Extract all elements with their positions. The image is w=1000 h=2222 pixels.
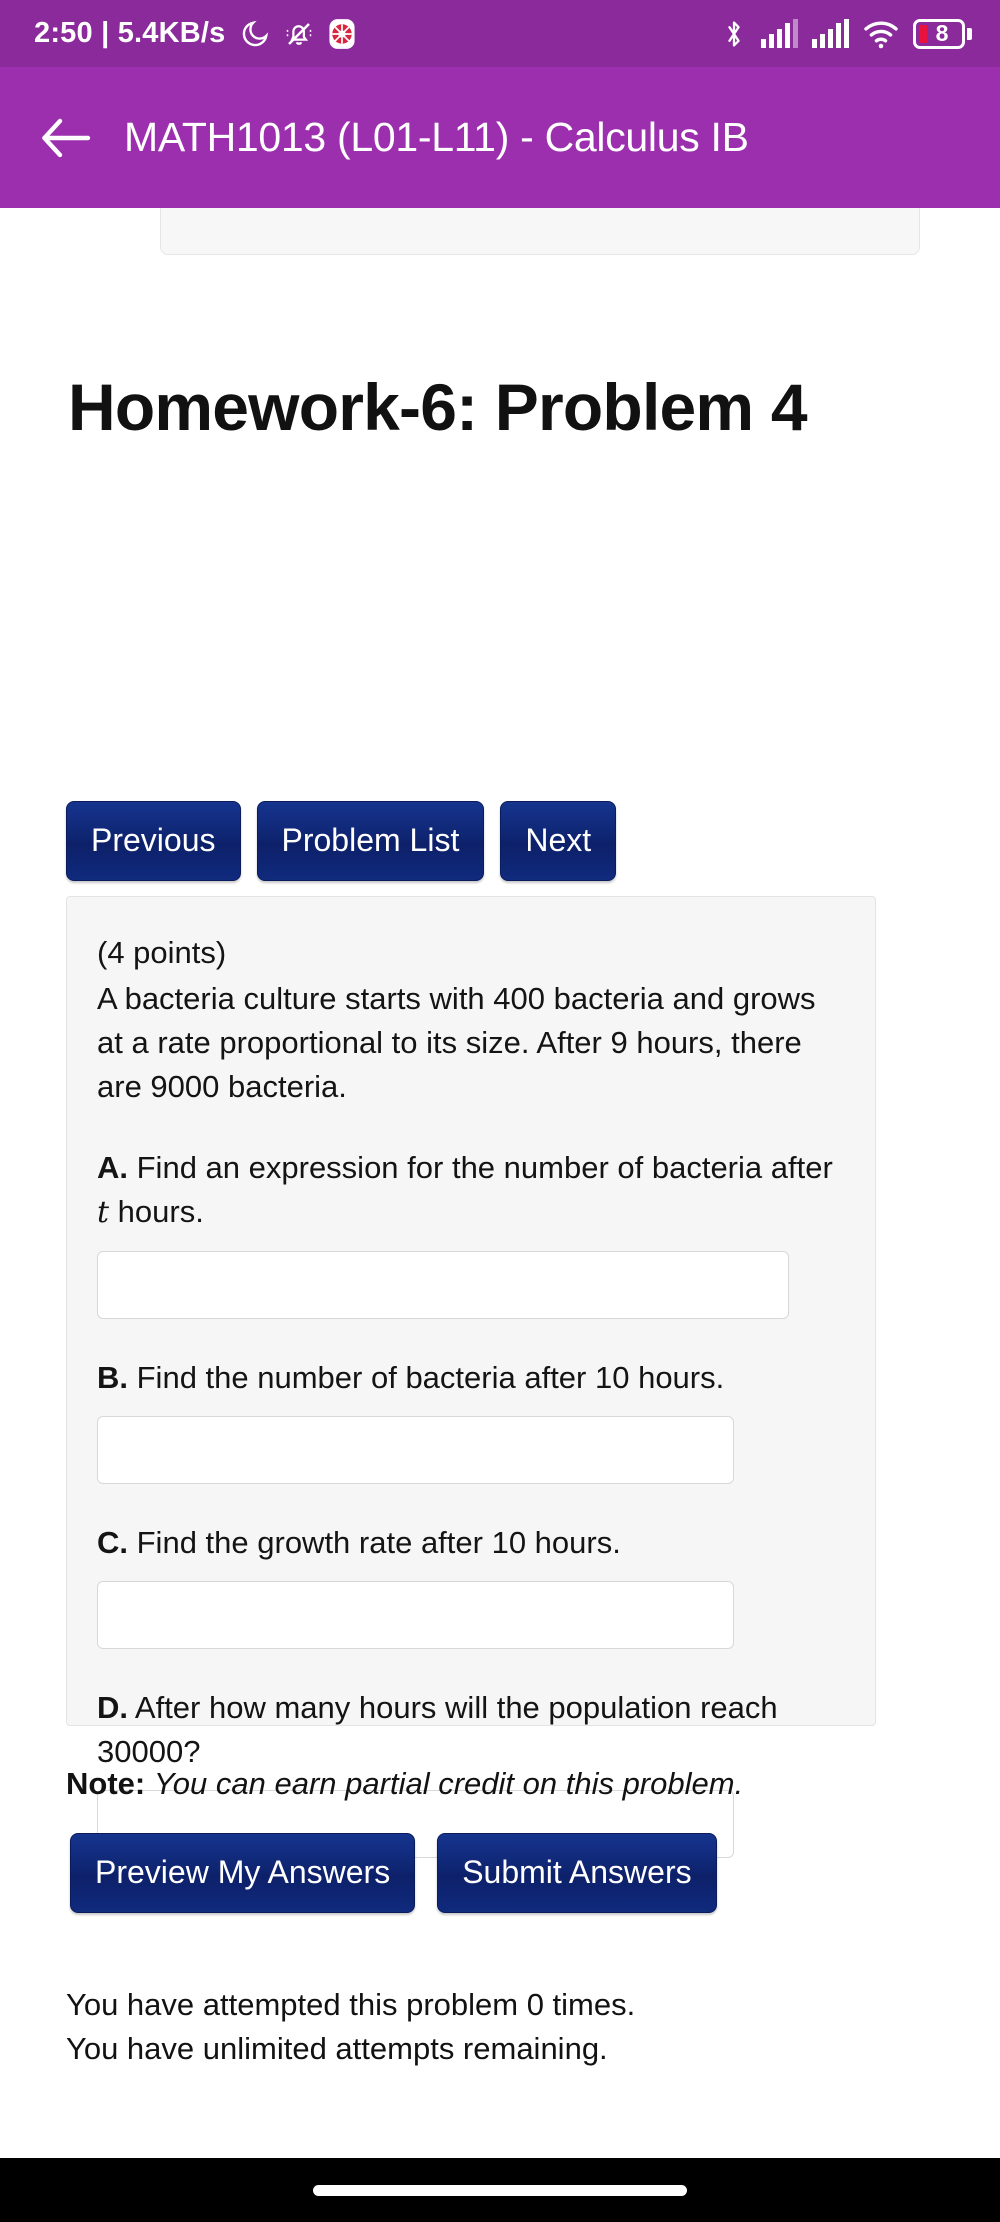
status-bar: 2:50 | 5.4KB/s 8: [0, 0, 1000, 67]
problem-part-b-label: B. Find the number of bacteria after 10 …: [97, 1356, 845, 1400]
arrow-left-icon: [42, 118, 91, 157]
phone-screen: 2:50 | 5.4KB/s 8 MATH1013 (L01-L11) - Ca…: [0, 0, 1000, 2222]
part-c-text: Find the growth rate after 10 hours.: [136, 1524, 621, 1560]
submit-row: Preview My Answers Submit Answers: [70, 1833, 717, 1913]
answer-input-c[interactable]: [97, 1580, 734, 1649]
part-a-math-variable: t: [97, 1195, 110, 1231]
attempts-remaining-text: You have unlimited attempts remaining.: [66, 2031, 608, 2067]
bluetooth-icon: [728, 20, 740, 47]
signal-sim1-icon: [761, 18, 798, 48]
gesture-navigation-bar: [0, 2158, 1000, 2222]
battery-body: 8: [913, 18, 965, 49]
home-gesture-pill[interactable]: [313, 2184, 687, 2196]
page-title: Homework-6: Problem 4: [68, 370, 808, 444]
clock-text: 2:50: [34, 17, 93, 49]
status-bar-left: 2:50 | 5.4KB/s: [34, 17, 356, 50]
partial-credit-note: Note: You can earn partial credit on thi…: [66, 1762, 743, 1805]
part-d-text: After how many hours will the population…: [97, 1689, 778, 1769]
part-a-text-before: Find an expression for the number of bac…: [136, 1150, 833, 1186]
problem-part-d-label: D. After how many hours will the populat…: [97, 1686, 845, 1774]
attempts-info: You have attempted this problem 0 times.…: [66, 1983, 635, 2071]
battery-cap: [967, 27, 972, 40]
problem-part-a-label: A. Find an expression for the number of …: [97, 1146, 845, 1235]
battery-fill: [919, 24, 927, 43]
part-b-text: Find the number of bacteria after 10 hou…: [136, 1359, 725, 1395]
status-bar-right: 8: [721, 18, 972, 50]
part-a-text-after: hours.: [109, 1194, 204, 1230]
part-c-letter: C.: [97, 1524, 128, 1560]
previous-button[interactable]: Previous: [66, 801, 241, 881]
network-speed-text: 5.4KB/s: [117, 17, 226, 49]
note-label: Note:: [66, 1766, 146, 1801]
problem-statement: A bacteria culture starts with 400 bacte…: [97, 981, 816, 1105]
problem-part-c-label: C. Find the growth rate after 10 hours.: [97, 1521, 845, 1565]
dnd-moon-icon: [242, 20, 268, 46]
answer-input-b[interactable]: [97, 1415, 734, 1484]
problem-panel: (4 points) A bacteria culture starts wit…: [66, 896, 876, 1858]
battery-level-text: 8: [935, 20, 949, 46]
problem-navigation: Previous Problem List Next: [66, 801, 617, 881]
clock-separator: |: [101, 17, 110, 49]
part-d-letter: D.: [97, 1689, 128, 1725]
status-clock-and-speed: 2:50 | 5.4KB/s: [34, 17, 226, 50]
app-badge-icon: [328, 18, 355, 49]
app-bar: MATH1013 (L01-L11) - Calculus IB: [0, 67, 1000, 208]
part-a-letter: A.: [97, 1150, 128, 1186]
battery-icon: 8: [913, 18, 972, 49]
signal-sim2-icon: [812, 18, 849, 48]
back-button[interactable]: [36, 108, 96, 168]
note-text: You can earn partial credit on this prob…: [153, 1766, 744, 1801]
mute-bell-icon: [286, 22, 311, 45]
app-bar-title: MATH1013 (L01-L11) - Calculus IB: [124, 114, 749, 160]
preview-my-answers-button[interactable]: Preview My Answers: [70, 1833, 416, 1913]
webwork-content: homework-6 / 4 Homework-6: Problem 4 Pre…: [0, 208, 1000, 2158]
next-button[interactable]: Next: [500, 801, 617, 881]
attempts-count-text: You have attempted this problem 0 times.: [66, 1987, 636, 2022]
answer-input-a[interactable]: [97, 1250, 789, 1319]
wifi-icon: [864, 21, 898, 48]
breadcrumb-card: homework-6 / 4: [160, 208, 920, 255]
submit-answers-button[interactable]: Submit Answers: [437, 1833, 717, 1913]
problem-list-button[interactable]: Problem List: [256, 801, 485, 881]
part-b-letter: B.: [97, 1359, 128, 1395]
problem-points: (4 points): [97, 935, 227, 970]
